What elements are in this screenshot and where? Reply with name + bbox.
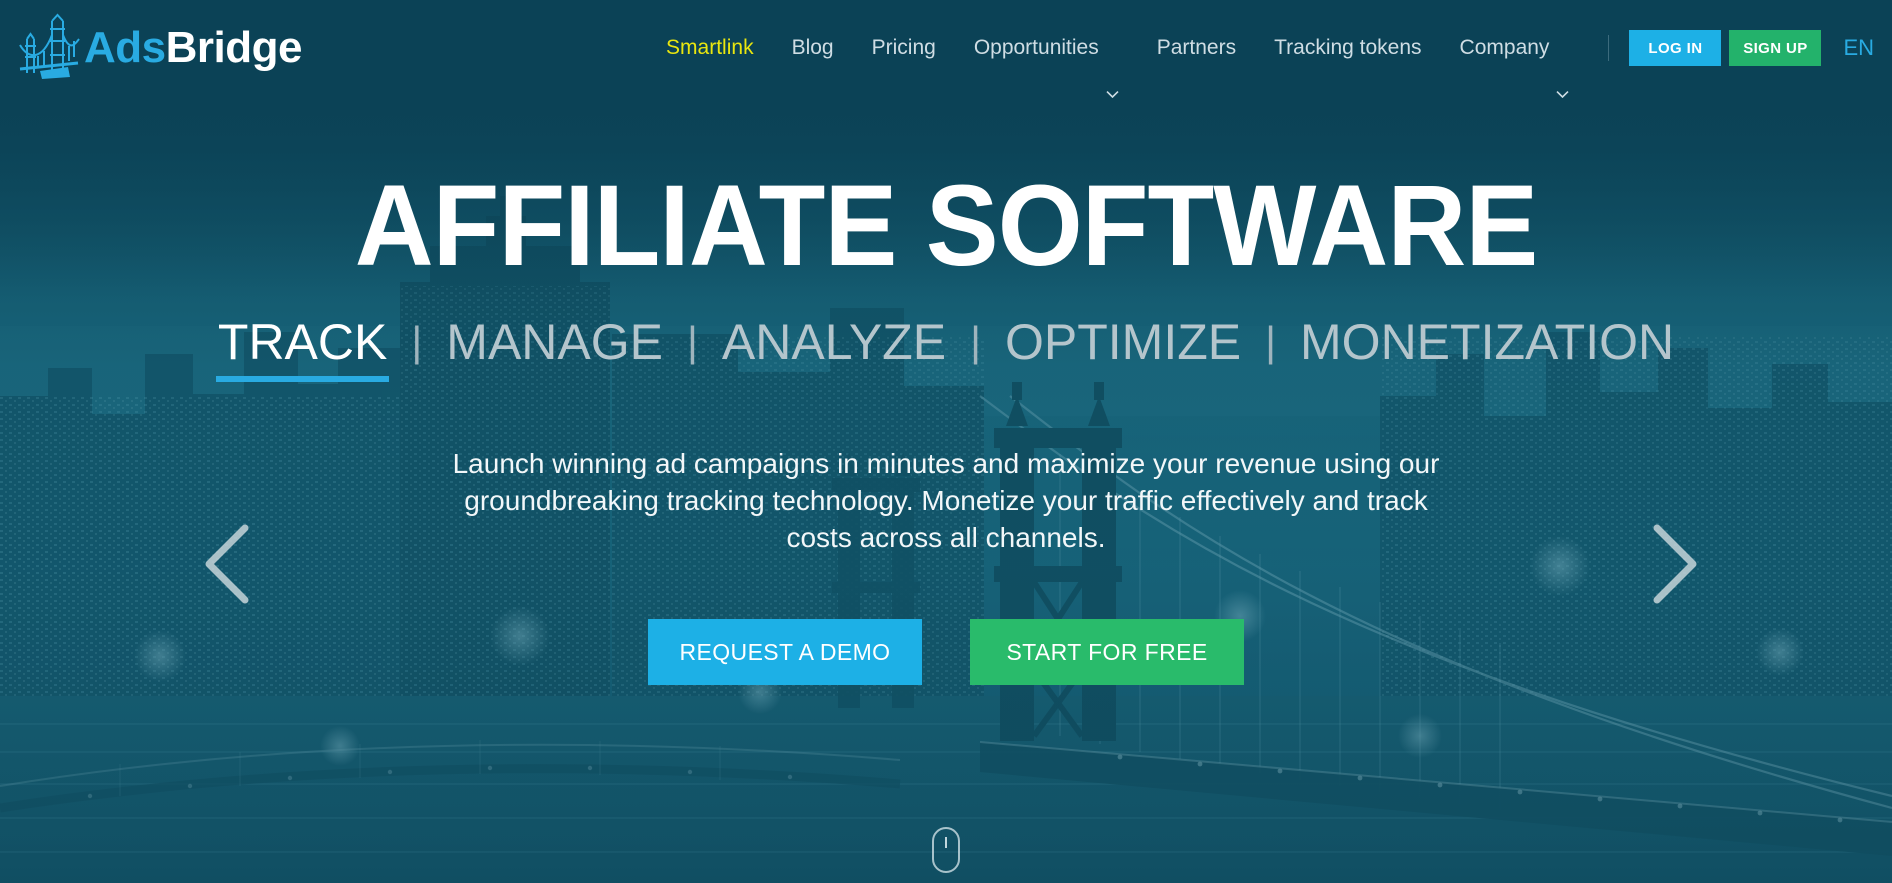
nav-label: Partners xyxy=(1156,36,1237,59)
bridge-icon xyxy=(18,13,80,84)
nav-label: Tracking tokens xyxy=(1274,36,1422,59)
logo-text: AdsBridge xyxy=(84,26,302,70)
request-demo-button[interactable]: REQUEST A DEMO xyxy=(648,619,922,686)
site-header: AdsBridge Smartlink Blog Pricing Opportu… xyxy=(0,0,1892,99)
tab-divider: | xyxy=(970,318,981,366)
logo-text-bridge: Bridge xyxy=(165,23,303,72)
nav-item-smartlink[interactable]: Smartlink xyxy=(647,0,773,96)
login-button[interactable]: LOG IN xyxy=(1629,30,1722,66)
nav-item-partners[interactable]: Partners xyxy=(1138,0,1255,96)
nav-item-pricing[interactable]: Pricing xyxy=(853,0,955,96)
nav-item-blog[interactable]: Blog xyxy=(773,0,853,96)
logo[interactable]: AdsBridge xyxy=(18,13,302,84)
hero-cta-group: REQUEST A DEMO START FOR FREE xyxy=(0,619,1892,686)
chevron-down-icon xyxy=(1556,44,1569,99)
nav-item-tracking-tokens[interactable]: Tracking tokens xyxy=(1255,0,1440,96)
nav-label: Pricing xyxy=(871,36,936,59)
hero-section: AFFILIATE SOFTWARE TRACK | MANAGE | ANAL… xyxy=(0,96,1892,883)
tab-divider: | xyxy=(687,318,698,366)
nav-label: Opportunities xyxy=(973,36,1099,59)
landing-page: AdsBridge Smartlink Blog Pricing Opportu… xyxy=(0,0,1892,883)
language-selector[interactable]: EN xyxy=(1843,35,1874,61)
tab-divider: | xyxy=(411,318,423,366)
nav-label: Blog xyxy=(791,36,834,59)
hero-tab-label: TRACK xyxy=(217,314,388,371)
nav-item-opportunities[interactable]: Opportunities xyxy=(955,0,1138,99)
main-navigation: Smartlink Blog Pricing Opportunities Par… xyxy=(647,0,1874,99)
start-for-free-button[interactable]: START FOR FREE xyxy=(970,619,1244,686)
hero-description: Launch winning ad campaigns in minutes a… xyxy=(452,448,1440,554)
hero-tab-label: MANAGE xyxy=(446,314,663,371)
carousel-next-button[interactable] xyxy=(1633,520,1707,608)
nav-label: Company xyxy=(1459,36,1550,59)
nav-label: Smartlink xyxy=(666,36,754,59)
hero-feature-tabs: TRACK | MANAGE | ANALYZE | OPTIMIZE | MO… xyxy=(0,314,1892,383)
page-title: AFFILIATE SOFTWARE xyxy=(354,162,1538,290)
tab-divider: | xyxy=(1265,318,1277,366)
nav-divider xyxy=(1608,35,1610,61)
chevron-right-icon xyxy=(1633,524,1707,612)
hero-tab-analyze[interactable]: ANALYZE xyxy=(698,315,970,370)
hero-tab-label: ANALYZE xyxy=(721,314,947,371)
logo-text-ads: Ads xyxy=(84,23,166,72)
hero-tab-label: MONETIZATION xyxy=(1300,314,1675,371)
chevron-left-icon xyxy=(195,524,269,612)
signup-button[interactable]: SIGN UP xyxy=(1729,30,1822,66)
nav-item-company[interactable]: Company xyxy=(1441,0,1589,99)
carousel-prev-button[interactable] xyxy=(195,520,269,608)
hero-tab-monetization[interactable]: MONETIZATION xyxy=(1276,315,1698,370)
hero-tab-track[interactable]: TRACK xyxy=(194,314,411,383)
hero-tab-manage[interactable]: MANAGE xyxy=(422,315,687,370)
hero-tab-optimize[interactable]: OPTIMIZE xyxy=(981,315,1265,370)
mouse-scroll-icon[interactable] xyxy=(932,827,960,873)
chevron-down-icon xyxy=(1106,44,1119,99)
hero-tab-label: OPTIMIZE xyxy=(1005,314,1242,371)
